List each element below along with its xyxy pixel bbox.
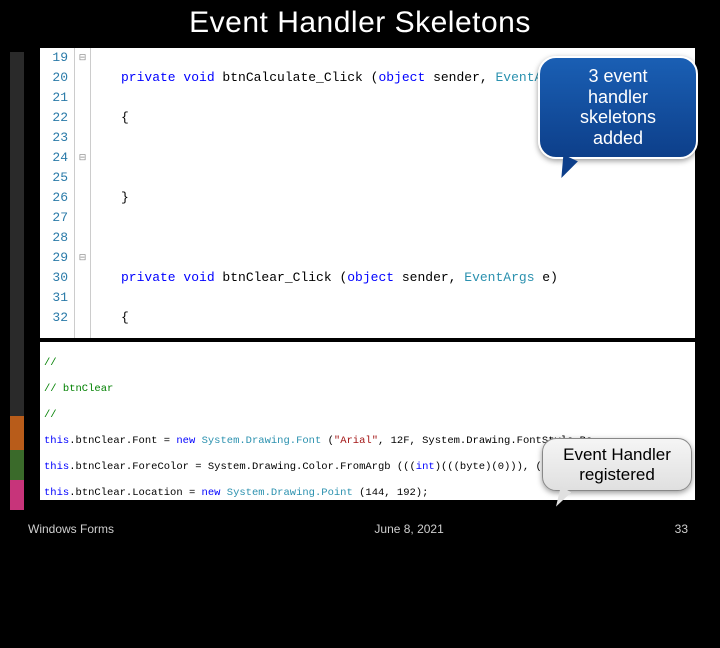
callout-skeletons: 3 event handler skeletons added: [538, 56, 698, 159]
footer-left: Windows Forms: [28, 522, 114, 536]
footer-page: 33: [675, 522, 688, 536]
fold-column: ⊟ ⊟ ⊟: [75, 48, 91, 338]
line-gutter: 19 20 21 22 23 24 25 26 27 28 29 30 31 3…: [40, 48, 75, 338]
accent-bars: [10, 52, 24, 510]
slide-footer: Windows Forms June 8, 2021 33: [0, 522, 720, 536]
slide-title: Event Handler Skeletons: [0, 0, 720, 48]
callout-registered: Event Handler registered: [542, 438, 692, 491]
footer-date: June 8, 2021: [374, 522, 443, 536]
